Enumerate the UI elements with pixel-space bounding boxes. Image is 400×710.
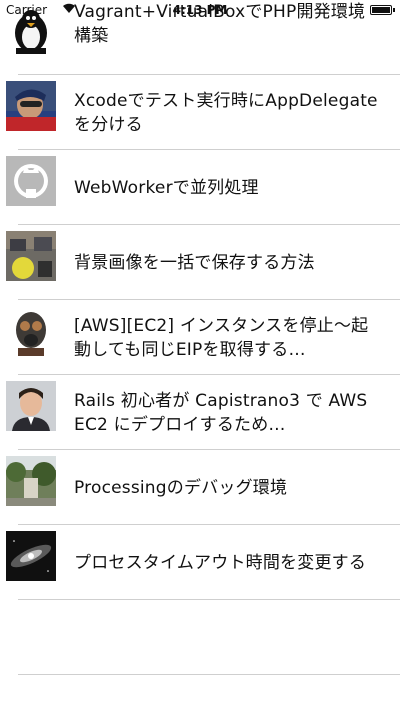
cyclist-avatar xyxy=(6,81,56,131)
article-title: WebWorkerで並列処理 xyxy=(74,177,259,198)
desk-photo-avatar xyxy=(6,231,56,281)
row-separator xyxy=(18,674,400,675)
list-item[interactable]: WebWorkerで並列処理 xyxy=(0,150,400,225)
list-item[interactable]: Processingのデバッグ環境 xyxy=(0,450,400,525)
article-title: Xcodeでテスト実行時にAppDelegateを分ける xyxy=(74,90,378,135)
article-title: プロセスタイムアウト時間を変更する xyxy=(74,552,367,573)
list-item[interactable]: [AWS][EC2] インスタンスを停止〜起動しても同じEIPを取得する… xyxy=(0,300,400,375)
battery-icon xyxy=(370,5,395,15)
article-title: Processingのデバッグ環境 xyxy=(74,477,288,498)
github-octocat-avatar xyxy=(6,156,56,206)
gasmask-avatar xyxy=(6,306,56,356)
list-item[interactable]: Xcodeでテスト実行時にAppDelegateを分ける xyxy=(0,75,400,150)
portrait-avatar xyxy=(6,381,56,431)
article-title: 背景画像を一括で保存する方法 xyxy=(74,252,315,273)
status-bar: Carrier 4:13 PM xyxy=(0,0,400,20)
row-separator xyxy=(18,599,400,600)
garden-photo-avatar xyxy=(6,456,56,506)
status-time: 4:13 PM xyxy=(172,3,228,17)
article-title: Rails 初心者が Capistrano3 で AWS EC2 にデプロイする… xyxy=(74,390,368,435)
list-item[interactable]: 背景画像を一括で保存する方法 xyxy=(0,225,400,300)
galaxy-avatar xyxy=(6,531,56,581)
article-title: [AWS][EC2] インスタンスを停止〜起動しても同じEIPを取得する… xyxy=(74,315,369,360)
list-item[interactable]: プロセスタイムアウト時間を変更する xyxy=(0,525,400,600)
list-item[interactable]: Rails 初心者が Capistrano3 で AWS EC2 にデプロイする… xyxy=(0,375,400,450)
